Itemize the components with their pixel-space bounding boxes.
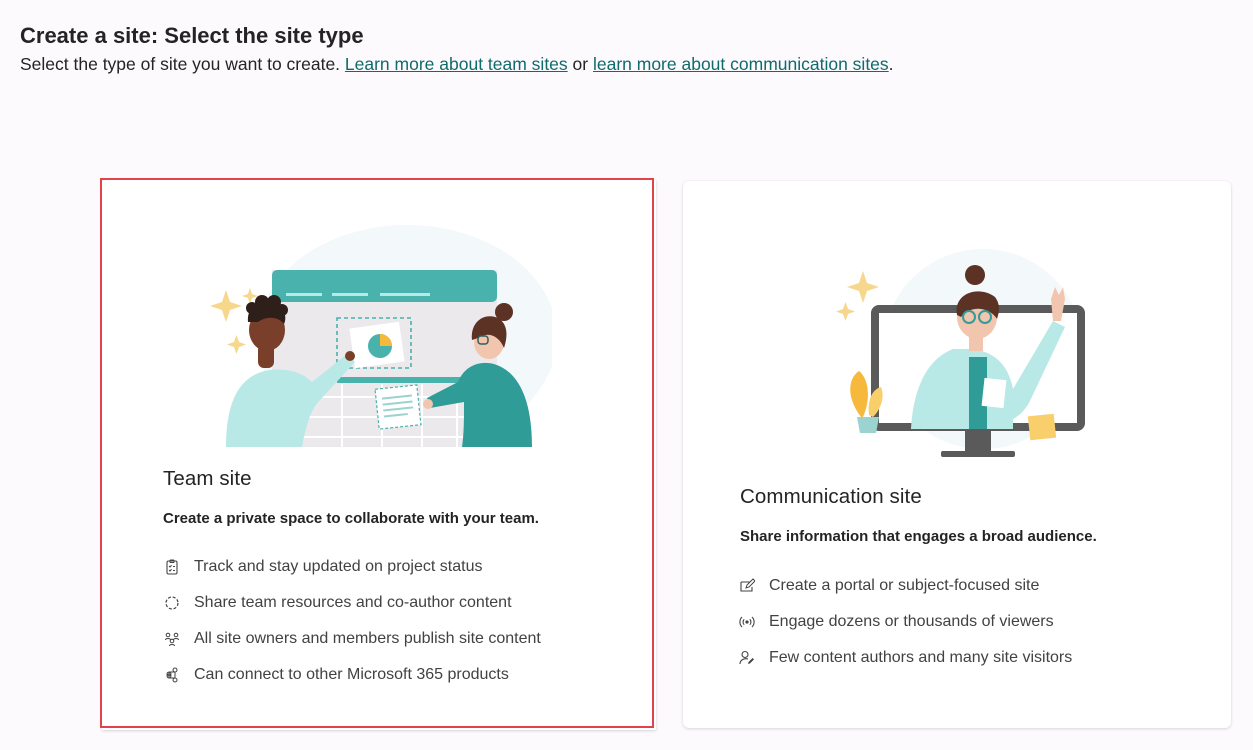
team-site-feature-list: Track and stay updated on project status… bbox=[163, 549, 541, 693]
people-icon bbox=[163, 630, 181, 648]
feature-text: All site owners and members publish site… bbox=[194, 630, 541, 647]
sync-circle-icon bbox=[163, 594, 181, 612]
team-site-card[interactable]: Team site Create a private space to coll… bbox=[102, 180, 656, 730]
learn-more-communication-sites-link[interactable]: learn more about communication sites bbox=[593, 54, 889, 74]
communication-site-description: Share information that engages a broad a… bbox=[740, 528, 1097, 545]
feature-text: Track and stay updated on project status bbox=[194, 558, 483, 575]
page-subtitle: Select the type of site you want to crea… bbox=[20, 51, 894, 77]
team-site-illustration bbox=[202, 222, 557, 450]
person-edit-icon bbox=[738, 649, 756, 667]
broadcast-icon bbox=[738, 613, 756, 631]
feature-text: Share team resources and co-author conte… bbox=[194, 594, 512, 611]
checklist-icon bbox=[163, 558, 181, 576]
feature-text: Engage dozens or thousands of viewers bbox=[769, 613, 1054, 630]
team-site-title: Team site bbox=[163, 467, 252, 490]
list-item: Create a portal or subject-focused site bbox=[738, 568, 1072, 604]
team-site-description: Create a private space to collaborate wi… bbox=[163, 510, 539, 527]
list-item: Engage dozens or thousands of viewers bbox=[738, 604, 1072, 640]
page-header: Create a site: Select the site type Sele… bbox=[20, 22, 894, 77]
list-item: Few content authors and many site visito… bbox=[738, 640, 1072, 676]
list-item: Share team resources and co-author conte… bbox=[163, 585, 541, 621]
compose-icon bbox=[738, 577, 756, 595]
connect-icon bbox=[163, 666, 181, 684]
list-item: Can connect to other Microsoft 365 produ… bbox=[163, 657, 541, 693]
feature-text: Can connect to other Microsoft 365 produ… bbox=[194, 666, 509, 683]
feature-text: Create a portal or subject-focused site bbox=[769, 577, 1040, 594]
page-title: Create a site: Select the site type bbox=[20, 23, 364, 48]
communication-site-card[interactable]: Communication site Share information tha… bbox=[683, 181, 1231, 728]
communication-site-illustration bbox=[823, 239, 1103, 469]
list-item: Track and stay updated on project status bbox=[163, 549, 541, 585]
subtitle-prefix: Select the type of site you want to crea… bbox=[20, 54, 345, 74]
learn-more-team-sites-link[interactable]: Learn more about team sites bbox=[345, 54, 568, 74]
feature-text: Few content authors and many site visito… bbox=[769, 649, 1073, 666]
subtitle-suffix: . bbox=[888, 54, 894, 74]
communication-site-feature-list: Create a portal or subject-focused site … bbox=[738, 568, 1072, 676]
communication-site-title: Communication site bbox=[740, 485, 922, 508]
list-item: All site owners and members publish site… bbox=[163, 621, 541, 657]
subtitle-middle: or bbox=[567, 54, 593, 74]
